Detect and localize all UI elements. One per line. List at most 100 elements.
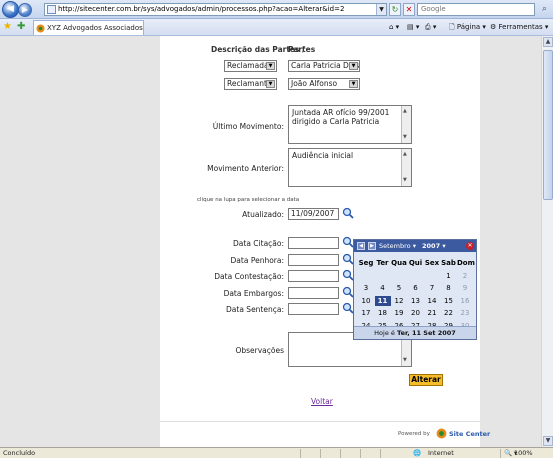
date-contestacao-label: Data Contestação: [214,272,284,281]
date-embargos-label: Data Embargos: [223,289,284,298]
tools-menu[interactable]: ⚙ Ferramentas ▾ [490,22,548,33]
weekday-header: Ter [376,259,389,267]
zoom-icon[interactable]: 🔍 [504,448,512,458]
calendar-day[interactable]: 10 [358,296,374,306]
site-center-brand: Site Center [449,430,491,438]
textarea-scrollbar[interactable] [401,106,411,143]
textarea-scrollbar[interactable] [401,149,411,186]
next-month-icon[interactable]: ▶ [368,242,376,250]
updated-label: Atualizado: [242,210,284,219]
date-sentenca-input[interactable] [288,303,339,315]
weekday-header: Qua [391,259,407,267]
calendar-day[interactable]: 17 [358,308,374,318]
calendar-day[interactable]: 13 [408,296,424,306]
date-sentenca-label: Data Sentença: [226,305,284,314]
print-icon[interactable]: ⎙ ▾ [425,22,436,33]
status-bar: Concluído 🌐 Internet 🔍 100% ▾ [0,447,553,458]
calendar-day[interactable]: 18 [375,308,391,318]
date-penhora-label: Data Penhora: [230,256,284,265]
feeds-icon[interactable]: ▤ ▾ [407,22,419,33]
party-name-select-2[interactable]: João Alfonso ▼ [288,78,360,90]
calendar-day[interactable]: 7 [424,283,440,293]
page-scrollbar[interactable]: ▲ ▼ [541,36,553,447]
calendar-day[interactable]: 21 [424,308,440,318]
status-divider [340,449,341,458]
calendar-today[interactable]: Hoje é Ter, 11 Set 2007 [354,326,476,339]
calendar-day[interactable]: 22 [441,308,457,318]
zoom-level[interactable]: 100% ▾ [514,448,533,458]
tools-menu-label: Ferramentas [498,23,543,31]
site-center-logo-icon [436,428,447,439]
footer-divider [160,421,480,422]
calendar-day[interactable]: 9 [457,283,473,293]
calendar-year-select[interactable]: 2007 ▾ [422,240,446,252]
last-movement-value: Juntada AR ofício 99/2001 dirigido a Car… [292,108,390,126]
calendar-day[interactable]: 15 [441,296,457,306]
today-value: Ter, 11 Set 2007 [397,329,456,337]
search-input[interactable]: Google [417,3,535,16]
close-icon[interactable]: ✕ [466,242,474,250]
calendar-day[interactable]: 16 [457,296,473,306]
calendar-day[interactable]: 2 [457,271,473,281]
updated-date-input[interactable]: 11/09/2007 [288,208,339,220]
chevron-down-icon: ▼ [349,62,358,70]
party-role-select-1[interactable]: Reclamada ▼ [224,60,277,72]
add-favorite-icon[interactable]: ✚ [17,21,25,32]
status-divider [300,449,301,458]
chevron-down-icon: ▼ [349,80,358,88]
date-embargos-input[interactable] [288,287,339,299]
calendar-header: ◀ ▶ Setembro ▾ 2007 ▾ ✕ [354,240,476,252]
date-penhora-input[interactable] [288,254,339,266]
scroll-up-icon[interactable]: ▲ [543,37,553,47]
previous-movement-textarea[interactable]: Audiência inicial [288,148,412,187]
page-menu[interactable]: 🗋 Página ▾ [449,22,486,33]
calendar-day[interactable]: 20 [408,308,424,318]
calendar-day[interactable]: 3 [358,283,374,293]
forward-button[interactable]: ▶ [18,3,32,17]
address-toolbar: ◀ ▶ http://sitecenter.com.br/sys/advogad… [0,0,553,19]
status-text: Concluído [3,449,36,457]
calendar-month-value: Setembro [379,242,411,250]
alterar-button[interactable]: Alterar [409,374,443,386]
chevron-down-icon: ▾ [412,242,416,250]
search-icon[interactable]: ⌕ [538,3,551,16]
calendar-day[interactable]: 6 [408,283,424,293]
calendar-day[interactable]: 14 [424,296,440,306]
prev-month-icon[interactable]: ◀ [357,242,365,250]
calendar-day[interactable]: 5 [391,283,407,293]
calendar-year-value: 2007 [422,242,441,250]
calendar-day[interactable]: 19 [391,308,407,318]
date-contestacao-input[interactable] [288,270,339,282]
calendar-month-select[interactable]: Setembro ▾ [379,240,416,252]
back-button[interactable]: ◀ [2,1,19,18]
globe-icon: 🌐 [413,449,422,457]
date-hint-text: clique na lupa para selecionar a data [197,197,300,203]
magnifier-icon[interactable] [342,207,354,219]
party-role-select-2[interactable]: Reclamante ▼ [224,78,277,90]
zoom-value: 100% [514,449,533,457]
date-picker-popup: ◀ ▶ Setembro ▾ 2007 ▾ ✕ Seg Ter Qua Qui Sex S… [353,239,477,340]
voltar-link[interactable]: Voltar [311,397,333,406]
scroll-down-icon[interactable]: ▼ [543,436,553,446]
refresh-icon[interactable]: ↻ [389,3,401,16]
calendar-day[interactable]: 12 [391,296,407,306]
calendar-day-selected[interactable]: 11 [374,295,391,306]
address-bar[interactable]: http://sitecenter.com.br/sys/advogados/a… [44,3,387,16]
stop-icon[interactable]: ✕ [403,3,415,16]
calendar-day[interactable]: 23 [457,308,473,318]
date-citacao-input[interactable] [288,237,339,249]
favorites-star-icon[interactable]: ★ [3,21,12,32]
last-movement-textarea[interactable]: Juntada AR ofício 99/2001 dirigido a Car… [288,105,412,144]
calendar-day[interactable]: 8 [441,283,457,293]
tab-xyz-advogados[interactable]: XYZ Advogados Associados [33,20,144,35]
scroll-thumb[interactable] [543,50,553,200]
page-icon [47,5,56,14]
security-zone: Internet [428,449,454,457]
calendar-day[interactable]: 4 [375,283,391,293]
calendar-day[interactable]: 1 [441,271,457,281]
party-name-select-1[interactable]: Carla Patricia Dias ▼ [288,60,360,72]
page-viewport: Descrição das Partes / Partes Reclamada ▼… [0,36,541,447]
home-icon[interactable]: ⌂ ▾ [389,22,399,33]
weekday-header: Sex [424,259,440,267]
address-dropdown-icon[interactable]: ▼ [376,4,386,15]
